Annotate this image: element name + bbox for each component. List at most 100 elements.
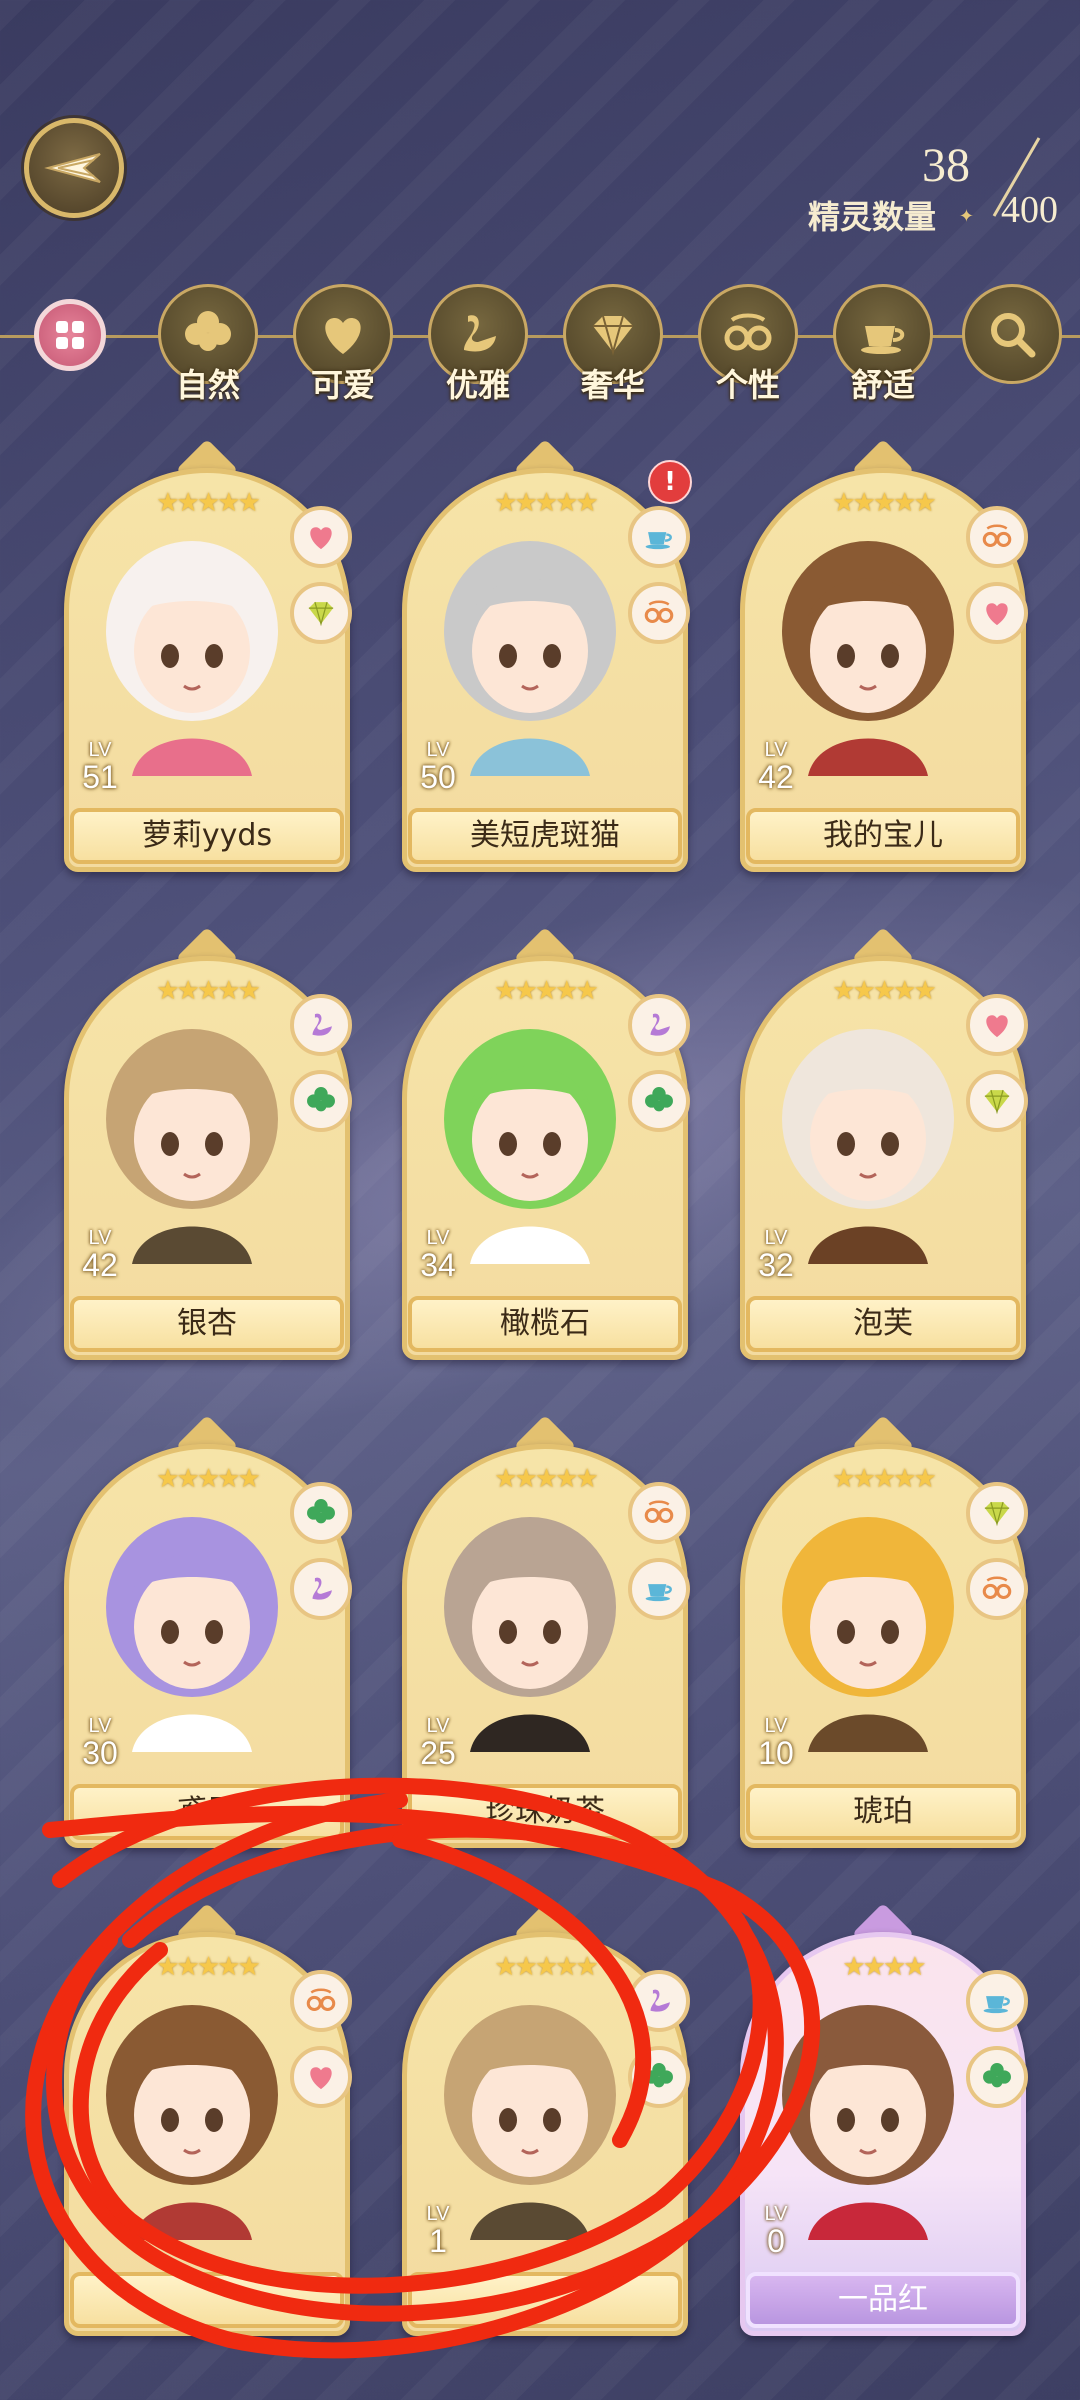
sprite-card[interactable]: ★★★★★ LV 32 泡芙 [740, 926, 1028, 1360]
level-prefix: LV [764, 739, 788, 761]
level-badge [70, 2204, 130, 2260]
character-portrait [782, 1517, 954, 1752]
heart-icon [986, 1015, 1008, 1038]
trait-badge [290, 1070, 352, 1132]
trait-badge [966, 1482, 1028, 1544]
level-prefix: LV [764, 2203, 788, 2225]
clover-icon [645, 2063, 673, 2088]
character-portrait [782, 2005, 954, 2240]
level-prefix: LV [426, 1227, 450, 1249]
level-prefix: LV [88, 1715, 112, 1737]
trait-badge [966, 994, 1028, 1056]
character-portrait [782, 541, 954, 776]
trait-badge [290, 1970, 352, 2032]
character-portrait [106, 541, 278, 776]
sprite-name: 泡芙 [746, 1296, 1020, 1352]
trait-badge [628, 1070, 690, 1132]
swan-icon [650, 1989, 670, 2012]
heart-icon [310, 527, 332, 550]
sprite-count-max: 400 [1001, 189, 1058, 231]
sprite-card[interactable]: ★★★★★ LV 42 银杏 [64, 926, 352, 1360]
heart-icon [986, 603, 1008, 626]
star-rating: ★★★★★ [832, 1464, 937, 1494]
search-icon [991, 313, 1036, 358]
sprite-name: 橄榄石 [408, 1296, 682, 1352]
alert-badge: ! [648, 460, 692, 504]
sprite-name: 一品红 [746, 2272, 1020, 2328]
character-portrait [106, 1029, 278, 1264]
back-button[interactable] [24, 118, 124, 218]
level-badge: LV 32 [746, 1228, 806, 1284]
trait-badge [290, 506, 352, 568]
level-prefix: LV [426, 1715, 450, 1737]
sprite-card[interactable]: ★★★★★ LV 50 美短虎斑猫! [402, 438, 692, 872]
level-prefix: LV [764, 1715, 788, 1737]
sprite-count-current: 38 [922, 139, 970, 192]
level-number: 32 [758, 1247, 794, 1283]
star-rating: ★★★★★ [494, 488, 599, 518]
trait-badge [290, 1558, 352, 1620]
level-number: 50 [420, 759, 456, 795]
sprite-card[interactable]: ★★★★★ LV 42 我的宝儿 [740, 438, 1028, 872]
trait-badge [628, 994, 690, 1056]
swan-icon [464, 315, 496, 352]
level-badge: LV 1 [408, 2204, 468, 2260]
diamond-icon [593, 315, 633, 356]
glasses-icon [644, 1500, 674, 1524]
level-prefix: LV [88, 739, 112, 761]
level-badge: LV 34 [408, 1228, 468, 1284]
level-badge: LV 42 [746, 740, 806, 796]
sprite-card[interactable]: ★★★★ LV 0 一品红 [740, 1902, 1028, 2336]
swan-icon [650, 1013, 670, 1036]
level-prefix: LV [88, 1227, 112, 1249]
level-number: 51 [82, 759, 118, 795]
star-rating: ★★★★ [842, 1952, 926, 1982]
sprite-card[interactable]: ★★★★★ LV 51 萝莉yyds [64, 438, 352, 872]
teacup-icon [983, 1996, 1010, 2014]
level-badge: LV 10 [746, 1716, 806, 1772]
sprite-card[interactable]: ★★★★★ LV 34 橄榄石 [402, 926, 690, 1360]
filter-personality-label: 个性 [715, 366, 780, 404]
level-number: 0 [767, 2223, 785, 2259]
sprite-name [70, 2272, 344, 2328]
swan-icon [312, 1577, 332, 1600]
teacup-icon [645, 1584, 672, 1602]
sprite-count-label: 精灵数量 [807, 198, 936, 236]
trait-badge [966, 1070, 1028, 1132]
level-number: 10 [758, 1735, 794, 1771]
glasses-icon [982, 524, 1012, 548]
character-portrait [106, 2005, 278, 2240]
sprite-card[interactable]: ★★★★★ LV 1 [402, 1902, 690, 2336]
back-wing-icon [44, 153, 101, 183]
star-rating: ★★★★★ [494, 1952, 599, 1982]
sprite-card[interactable]: ★★★★★ LV 25 珍珠奶茶 [402, 1414, 690, 1848]
sprite-card[interactable]: ★★★★★ LV 10 琥珀 [740, 1414, 1028, 1848]
search-button[interactable] [962, 284, 1062, 384]
glasses-icon [644, 600, 674, 624]
trait-badge [966, 2046, 1028, 2108]
sprite-name: 珍珠奶茶 [408, 1784, 682, 1840]
star-icon: ✦ [958, 206, 974, 227]
character-portrait [444, 2005, 616, 2240]
diamond-icon [984, 1089, 1010, 1115]
level-badge: LV 50 [408, 740, 468, 796]
trait-badge [290, 994, 352, 1056]
trait-badge [628, 1482, 690, 1544]
level-prefix: LV [426, 739, 450, 761]
trait-badge [966, 582, 1028, 644]
glasses-icon [306, 1988, 336, 2012]
sprite-card[interactable]: ★★★★★ [64, 1902, 352, 2336]
star-rating: ★★★★★ [832, 488, 937, 518]
level-prefix: LV [764, 1227, 788, 1249]
filter-all-button[interactable] [34, 299, 106, 371]
sprite-card[interactable]: ★★★★★ LV 30 鸢尾 [64, 1414, 352, 1848]
star-rating: ★★★★★ [832, 976, 937, 1006]
character-portrait [444, 1517, 616, 1752]
trait-badge [628, 506, 690, 568]
level-number: 34 [420, 1247, 456, 1283]
sprite-name: 银杏 [70, 1296, 344, 1352]
filter-comfort-label: 舒适 [850, 366, 915, 404]
glasses-icon [982, 1576, 1012, 1600]
grid-icon [56, 321, 84, 349]
star-rating: ★★★★★ [494, 976, 599, 1006]
